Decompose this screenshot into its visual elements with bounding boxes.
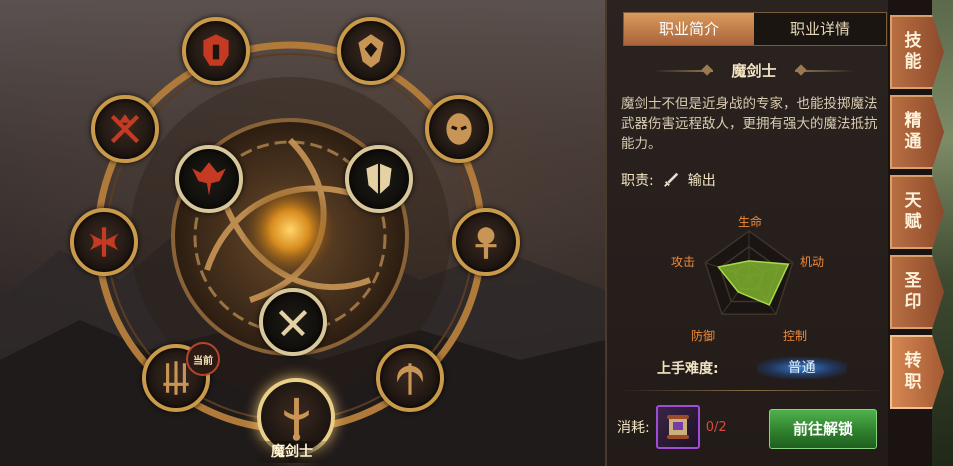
role-label: 职责:: [621, 173, 654, 189]
side-tab-skills-label: 技能: [904, 31, 922, 72]
side-nav: 技能 精通 天赋 圣印 转职: [888, 0, 953, 466]
attribute-radar: 生命 机动 控制 防御 攻击: [607, 205, 890, 355]
radar-label-hp: 生命: [738, 215, 763, 229]
radar-label-control: 控制: [783, 329, 808, 343]
go-unlock-button[interactable]: 前往解锁: [769, 409, 877, 449]
class-description: 魔剑士不但是近身战的专家，也能投掷魔法武器伤害远程敌人，更拥有强大的魔法抵抗能力…: [621, 96, 878, 152]
class-mace-icon[interactable]: [452, 208, 520, 276]
cost-label: 消耗:: [617, 420, 650, 436]
class-demon-blade-icon[interactable]: [175, 145, 243, 213]
cost-count: 0/2: [705, 419, 727, 435]
class-helmet-icon[interactable]: [182, 17, 250, 85]
class-crossed-daggers-icon[interactable]: [259, 288, 327, 356]
selected-class-label: 魔剑士: [252, 441, 332, 463]
class-role: 职责: 输出: [621, 170, 716, 190]
role-value: 输出: [687, 173, 716, 189]
tab-class-intro[interactable]: 职业简介: [624, 13, 754, 45]
difficulty-label: 上手难度:: [657, 361, 719, 377]
title-ornament-right: [795, 70, 855, 72]
class-scythe-icon[interactable]: [376, 344, 444, 412]
current-class-badge: 当前: [186, 342, 220, 376]
radar-label-attack: 攻击: [671, 255, 696, 269]
side-tab-mastery-label: 精通: [904, 111, 922, 152]
class-wheel: 当前 魔剑士: [0, 0, 605, 466]
radar-label-defense: 防御: [691, 329, 716, 343]
class-warrior-mask-icon[interactable]: [425, 95, 493, 163]
title-diamond-left: [701, 64, 713, 76]
class-title-row: 魔剑士: [623, 58, 885, 84]
class-shield-crest-icon[interactable]: [337, 17, 405, 85]
class-knight-shield-icon[interactable]: [345, 145, 413, 213]
unlock-cost-row: 消耗: 0/2: [617, 404, 727, 450]
difficulty-row: 上手难度: 普通: [657, 356, 887, 380]
side-tab-seal-label: 圣印: [904, 271, 922, 312]
class-info-panel: 职业简介 职业详情 魔剑士 魔剑士不但是近身战的专家，也能投掷魔法武器伤害远程敌…: [605, 0, 890, 466]
panel-tabs: 职业简介 职业详情: [623, 12, 887, 46]
side-tab-talent-label: 天赋: [904, 191, 922, 232]
class-title: 魔剑士: [731, 62, 777, 80]
class-double-axe-icon[interactable]: [70, 208, 138, 276]
scroll-item-icon[interactable]: [655, 405, 700, 449]
difficulty-value: 普通: [756, 357, 847, 379]
radar-label-mobility: 机动: [800, 255, 825, 269]
panel-divider: [617, 390, 887, 391]
tab-class-detail[interactable]: 职业详情: [755, 13, 885, 45]
sword-icon: [663, 172, 678, 187]
class-crossed-axes-icon[interactable]: [91, 95, 159, 163]
side-tab-class-change-label: 转职: [904, 351, 922, 392]
